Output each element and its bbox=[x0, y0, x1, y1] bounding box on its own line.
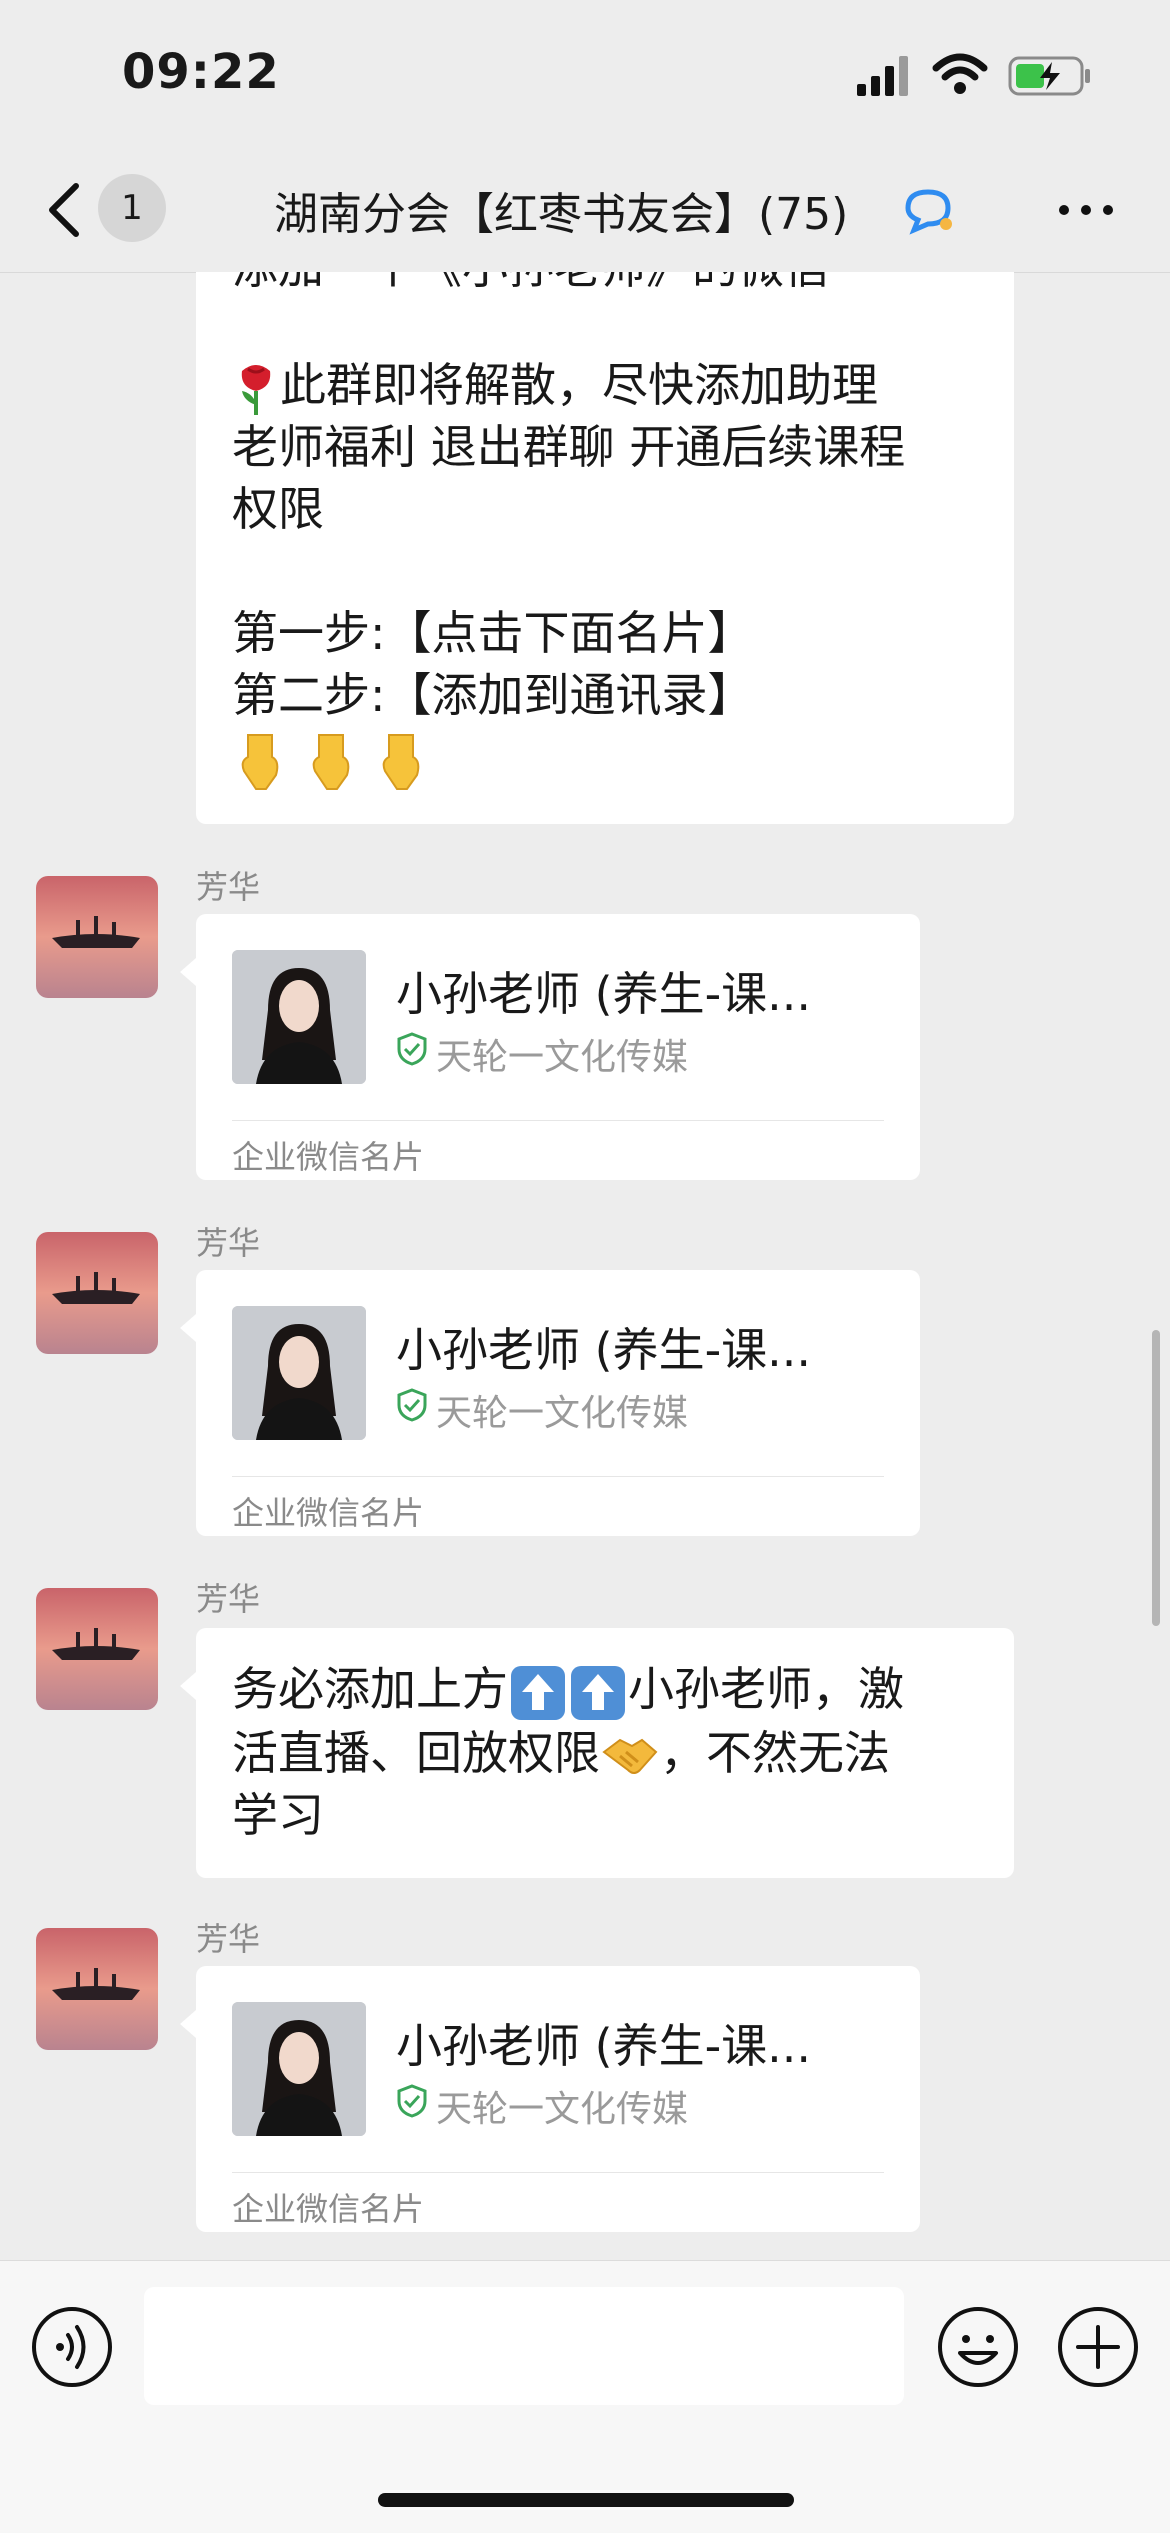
more-options-icon[interactable] bbox=[1056, 200, 1116, 220]
contact-photo bbox=[232, 1306, 366, 1440]
up-arrow-icon bbox=[511, 1665, 565, 1720]
contact-name: 小孙老师 (养生-课... bbox=[396, 2019, 812, 2073]
card-divider bbox=[232, 1120, 884, 1121]
sender-name: 芳华 bbox=[196, 1920, 261, 1958]
wifi-icon bbox=[932, 53, 988, 94]
announcement-line-1: 此群即将解散，尽快添加助理 bbox=[280, 358, 878, 412]
rose-icon bbox=[241, 364, 271, 415]
emoji-picker-icon[interactable] bbox=[936, 2305, 1020, 2389]
sender-avatar[interactable] bbox=[36, 1588, 158, 1710]
contact-company: 天轮一文化传媒 bbox=[436, 2089, 689, 2130]
sender-name: 芳华 bbox=[196, 1224, 261, 1262]
announcement-step-1: 第一步:【点击下面名片】 bbox=[232, 606, 754, 660]
input-bar bbox=[0, 2260, 1170, 2533]
text-line-1a: 务必添加上方 bbox=[232, 1662, 508, 1716]
announcement-step-2: 第二步:【添加到通讯录】 bbox=[232, 668, 754, 722]
sender-avatar[interactable] bbox=[36, 876, 158, 998]
verified-shield-icon bbox=[397, 1388, 427, 1422]
verified-shield-icon bbox=[397, 1032, 427, 1066]
cellular-signal-icon bbox=[857, 56, 908, 96]
contact-name: 小孙老师 (养生-课... bbox=[396, 967, 812, 1021]
back-chevron-icon[interactable] bbox=[44, 180, 84, 240]
pointing-down-icon bbox=[382, 733, 420, 790]
announcement-line-3: 权限 bbox=[232, 482, 324, 536]
announcement-line-2: 老师福利 退出群聊 开通后续课程 bbox=[232, 420, 906, 474]
card-divider bbox=[232, 1476, 884, 1477]
chat-title: 湖南分会【红枣书友会】(75) bbox=[274, 189, 849, 240]
text-line-2b: ，不然无法 bbox=[660, 1725, 890, 1780]
text-line-1b: 小孙老师，激 bbox=[628, 1662, 904, 1716]
card-type-label: 企业微信名片 bbox=[232, 2190, 425, 2228]
card-type-label: 企业微信名片 bbox=[232, 1138, 425, 1176]
sender-name: 芳华 bbox=[196, 1580, 261, 1618]
up-arrow-icon bbox=[571, 1665, 625, 1720]
handshake-icon bbox=[602, 1738, 658, 1774]
message-list[interactable]: 添加一个《小孙老师》的微信 此群即将解散，尽快添加助理 老师福利 退出群聊 开通… bbox=[0, 272, 1170, 2260]
sender-avatar[interactable] bbox=[36, 1232, 158, 1354]
text-line-2a: 活直播、回放权限 bbox=[232, 1725, 600, 1780]
more-functions-plus-icon[interactable] bbox=[1056, 2305, 1140, 2389]
pointing-down-icon bbox=[241, 733, 279, 790]
verified-shield-icon bbox=[397, 2084, 427, 2118]
contact-company: 天轮一文化传媒 bbox=[436, 1393, 689, 1434]
pointing-down-emojis bbox=[232, 726, 992, 791]
voice-input-icon[interactable] bbox=[30, 2305, 114, 2389]
card-type-label: 企业微信名片 bbox=[232, 1494, 425, 1532]
announcement-text: 此群即将解散，尽快添加助理 老师福利 退出群聊 开通后续课程 权限 第一步:【点… bbox=[232, 354, 992, 791]
chat-summary-icon[interactable] bbox=[902, 186, 956, 236]
contact-company: 天轮一文化传媒 bbox=[436, 1037, 689, 1078]
card-divider bbox=[232, 2172, 884, 2173]
home-indicator bbox=[378, 2493, 794, 2507]
pointing-down-icon bbox=[312, 733, 349, 790]
message-input[interactable] bbox=[144, 2287, 904, 2405]
text-line-3: 学习 bbox=[232, 1787, 324, 1842]
contact-card[interactable]: 小孙老师 (养生-课... 天轮一文化传媒 企业微信名片 bbox=[180, 1966, 920, 2232]
partial-line: 添加一个《小孙老师》的微信 bbox=[232, 272, 830, 298]
contact-name: 小孙老师 (养生-课... bbox=[396, 1323, 812, 1377]
contact-photo bbox=[232, 2002, 366, 2136]
chat-header: 1 湖南分会【红枣书友会】(75) bbox=[0, 150, 1170, 273]
text-message-bubble[interactable]: 务必添加上方 小孙老师，激 活直播、回放权限 ，不然无法 学习 bbox=[180, 1628, 1014, 1878]
contact-card[interactable]: 小孙老师 (养生-课... 天轮一文化传媒 企业微信名片 bbox=[180, 914, 920, 1180]
sender-name: 芳华 bbox=[196, 868, 261, 906]
contact-card[interactable]: 小孙老师 (养生-课... 天轮一文化传媒 企业微信名片 bbox=[180, 1270, 920, 1536]
contact-photo bbox=[232, 950, 366, 1084]
battery-charging-icon bbox=[1008, 56, 1090, 96]
unread-count-badge[interactable]: 1 bbox=[98, 174, 166, 242]
sender-avatar[interactable] bbox=[36, 1928, 158, 2050]
status-time: 09:22 bbox=[122, 44, 280, 100]
scrollbar[interactable] bbox=[1152, 1330, 1160, 1626]
status-bar: 09:22 bbox=[0, 0, 1170, 150]
